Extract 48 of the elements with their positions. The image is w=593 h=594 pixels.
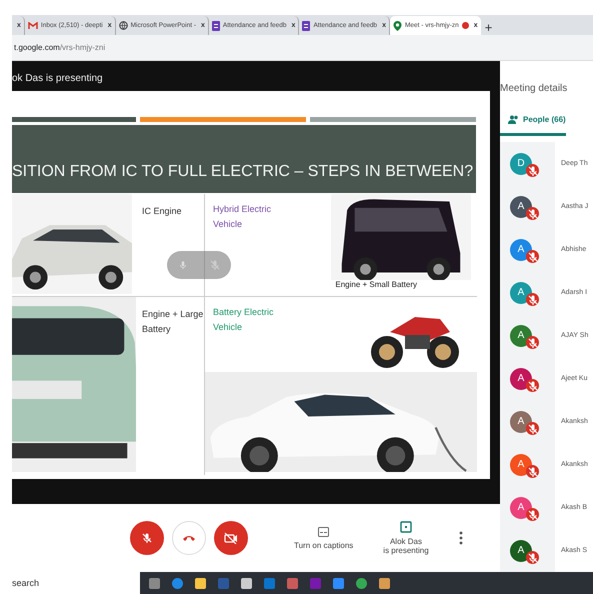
taskbar-app-icon[interactable]: [171, 576, 184, 590]
slide-label: Engine + Small Battery: [335, 280, 417, 289]
more-options-icon[interactable]: [458, 531, 463, 545]
avatar: A: [510, 496, 532, 518]
slide-label: IC Engine: [141, 205, 183, 218]
people-tab[interactable]: People (66): [500, 105, 566, 136]
new-tab-button[interactable]: +: [480, 20, 496, 35]
slide-label: Engine + Large Battery: [141, 308, 204, 336]
avatar: A: [510, 196, 532, 218]
hang-up-button[interactable]: [172, 521, 206, 555]
avatar: A: [510, 540, 532, 562]
people-icon: [508, 114, 519, 124]
captions-icon: [318, 526, 330, 536]
taskbar-app-icon[interactable]: [240, 576, 253, 590]
avatar: A: [510, 238, 532, 260]
taskbar-app-icon[interactable]: [148, 576, 161, 590]
microphone-icon: [178, 259, 188, 271]
taskbar-app-icon[interactable]: [378, 576, 391, 590]
presenting-button[interactable]: Alok Das is presenting: [383, 521, 429, 555]
audio-controls-overlay[interactable]: [167, 251, 231, 279]
avatar: A: [510, 324, 532, 346]
address-field[interactable]: t.google.com/vrs-hmjy-zni: [14, 43, 106, 52]
avatar: D: [510, 152, 532, 174]
microphone-button[interactable]: [130, 521, 164, 555]
taskbar-app-icon[interactable]: [332, 576, 345, 590]
avatar: A: [510, 368, 532, 390]
mail-icon: [28, 22, 38, 30]
globe-icon: [118, 21, 128, 30]
present-screen-icon: [400, 521, 412, 533]
slide-title: SITION FROM IC TO FULL ELECTRIC – STEPS IN BETWEEN?: [12, 125, 476, 193]
presenter-label: ok Das is presenting: [12, 72, 104, 86]
captions-button[interactable]: Turn on captions: [294, 526, 354, 550]
avatar: A: [510, 282, 532, 304]
form-icon: [212, 20, 220, 30]
taskbar-app-icon[interactable]: [194, 576, 207, 590]
mic-off-icon: [208, 259, 220, 271]
form-icon: [302, 20, 310, 30]
map-pin-icon: [392, 20, 402, 30]
phone-icon: [182, 534, 196, 542]
avatar: A: [510, 410, 532, 432]
avatar: A: [510, 454, 532, 476]
camera-off-icon: [224, 532, 238, 544]
taskbar-app-icon[interactable]: [355, 576, 368, 590]
slide-label: Hybrid Electric Vehicle: [212, 203, 272, 231]
camera-button[interactable]: [214, 521, 248, 555]
mic-off-icon: [141, 532, 153, 544]
slide-label: Battery Electric Vehicle: [212, 306, 275, 334]
panel-title: Meeting details: [500, 82, 568, 96]
